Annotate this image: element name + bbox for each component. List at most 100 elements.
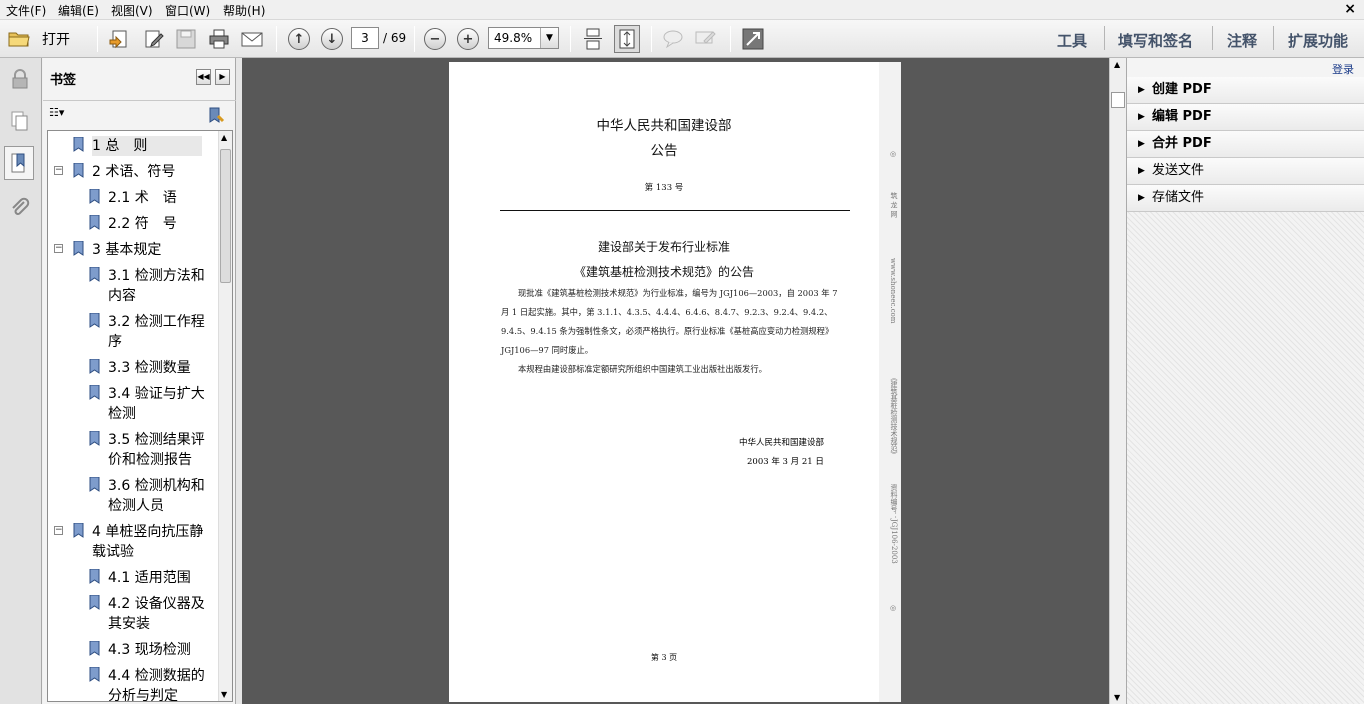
bookmark-icon: [11, 153, 25, 173]
scrollbar-thumb[interactable]: [220, 149, 231, 283]
bookmark-icon: [73, 163, 84, 178]
menu-window[interactable]: 窗口(W): [165, 2, 210, 19]
bookmarks-tools: ☷▾: [43, 100, 236, 128]
margin-title: 《建筑基桩检测技术规范》: [890, 374, 898, 458]
services-panel: 登录 ▶ 创建 PDF ▶ 编辑 PDF ▶ 合并 PDF ▶ 发送文件 ▶ 存储文件: [1126, 58, 1364, 704]
create-pdf-item[interactable]: ▶ 创建 PDF: [1127, 77, 1364, 104]
menu-view[interactable]: 视图(V): [111, 2, 153, 19]
scroll-up-icon[interactable]: ▲: [1114, 60, 1120, 69]
page-thumbnails-button[interactable]: [5, 104, 35, 138]
full-screen-button[interactable]: [742, 26, 764, 52]
fit-page-button[interactable]: [614, 25, 640, 53]
arrow-up-icon: ↑: [288, 28, 310, 50]
bookmark-icon: [89, 215, 100, 230]
expand-icon: [742, 28, 764, 50]
comment-button[interactable]: [662, 26, 684, 52]
folder-icon: [8, 32, 30, 47]
collapse-toggle[interactable]: −: [54, 166, 63, 175]
menu-file[interactable]: 文件(F): [6, 2, 46, 19]
collapse-pane-button[interactable]: ◀◀: [196, 69, 211, 85]
open-label: 打开: [42, 32, 70, 48]
page-rule: [500, 210, 850, 211]
page-paragraph-line: 现批准《建筑基桩检测技术规范》为行业标准，编号为 JGJ106—2003，自 2…: [518, 288, 838, 298]
toolbar-divider: [1104, 26, 1105, 50]
comment-panel-button[interactable]: 注释: [1227, 30, 1257, 51]
bookmarks-button[interactable]: [4, 146, 34, 180]
arrow-down-icon: ↓: [321, 28, 343, 50]
chevron-down-icon[interactable]: ▼: [540, 28, 558, 48]
menu-bar: 文件(F) 编辑(E) 视图(V) 窗口(W) 帮助(H) ×: [0, 0, 1364, 20]
speech-bubble-icon: [663, 30, 683, 49]
scroll-down-icon[interactable]: ▼: [221, 690, 227, 699]
attachments-button[interactable]: [5, 190, 35, 224]
bookmarks-panel: 书签 ◀◀ ▶ ☷▾ 1 总 则 − 2 术语、符号 2.1 术 语 2.2 符…: [43, 58, 236, 704]
scroll-pages-icon: [584, 28, 602, 50]
toolbar-divider: [730, 26, 731, 52]
pencil-bubble-icon: [695, 31, 716, 44]
bookmark-icon: [89, 189, 100, 204]
plus-icon: +: [457, 28, 479, 50]
page-announcement: 公告: [650, 143, 678, 159]
store-file-item[interactable]: ▶ 存储文件: [1127, 185, 1364, 212]
page-heading-2: 《建筑基桩检测技术规范》的公告: [573, 265, 754, 279]
envelope-icon: [241, 32, 263, 47]
page-heading-1: 建设部关于发布行业标准: [597, 240, 730, 254]
zoom-select[interactable]: 49.8% ▼: [488, 27, 559, 49]
tools-button[interactable]: 工具: [1057, 30, 1087, 51]
bookmark-icon: [73, 241, 84, 256]
email-button[interactable]: [241, 26, 263, 52]
collapse-toggle[interactable]: −: [54, 244, 63, 253]
send-file-item[interactable]: ▶ 发送文件: [1127, 158, 1364, 185]
edit-button[interactable]: [143, 26, 165, 52]
document-view: 中华人民共和国建设部 公告 第 133 号 建设部关于发布行业标准 《建筑基桩检…: [242, 58, 1109, 704]
page-signature-org: 中华人民共和国建设部: [739, 438, 825, 448]
bookmark-icon: [89, 569, 100, 584]
save-button[interactable]: [175, 26, 197, 52]
next-page-button[interactable]: ↓: [321, 26, 343, 52]
close-document-icon[interactable]: ×: [1344, 1, 1356, 17]
menu-edit[interactable]: 编辑(E): [58, 2, 99, 19]
bookmark-icon: [89, 595, 100, 610]
scrolling-mode-button[interactable]: [582, 26, 604, 52]
login-bar: [1127, 58, 1364, 77]
pane-menu-button[interactable]: ▶: [215, 69, 230, 85]
previous-page-button[interactable]: ↑: [288, 26, 310, 52]
expand-triangle-icon: ▶: [1138, 193, 1145, 203]
margin-site: 筑 龙 网: [890, 192, 898, 218]
expand-triangle-icon: ▶: [1138, 139, 1145, 149]
margin-circle-icon: ◎: [889, 150, 897, 158]
pages-icon: [11, 111, 28, 131]
highlight-button[interactable]: [694, 26, 716, 52]
paperclip-icon: [12, 197, 30, 215]
extended-button[interactable]: 扩展功能: [1288, 30, 1348, 51]
fill-sign-button[interactable]: 填写和签名: [1118, 30, 1193, 51]
minus-icon: −: [424, 28, 446, 50]
open-button[interactable]: 打开: [8, 26, 70, 52]
scroll-down-icon[interactable]: ▼: [1114, 693, 1120, 702]
page-paragraph-line: 月 1 日起实施。其中，第 3.1.1、4.3.5、4.4.4、6.4.6、8.…: [501, 307, 833, 317]
page-org-title: 中华人民共和国建设部: [596, 118, 732, 134]
merge-pdf-item[interactable]: ▶ 合并 PDF: [1127, 131, 1364, 158]
bookmarks-scrollbar[interactable]: ▲ ▼: [218, 131, 232, 701]
expand-triangle-icon: ▶: [1138, 85, 1145, 95]
bookmark-icon: [89, 641, 100, 656]
bookmark-icon: [89, 385, 100, 400]
login-link[interactable]: 登录: [1332, 61, 1354, 77]
find-bookmark-icon[interactable]: [207, 106, 225, 124]
zoom-out-button[interactable]: −: [424, 26, 446, 52]
pencil-page-icon: [145, 30, 164, 48]
page-paragraph-2: 本规程由建设部标准定额研究所组织中国建筑工业出版社出版发行。: [518, 364, 767, 374]
document-scrollbar[interactable]: ▲ ▼: [1109, 58, 1126, 704]
print-button[interactable]: [208, 26, 230, 52]
zoom-in-button[interactable]: +: [457, 26, 479, 52]
edit-pdf-item[interactable]: ▶ 编辑 PDF: [1127, 104, 1364, 131]
scrollbar-thumb[interactable]: [1111, 92, 1125, 108]
menu-help[interactable]: 帮助(H): [223, 2, 265, 19]
create-button[interactable]: [108, 26, 130, 52]
options-menu-button[interactable]: ☷▾: [49, 106, 71, 122]
page-number-input[interactable]: 3: [351, 27, 379, 49]
collapse-toggle[interactable]: −: [54, 526, 63, 535]
scroll-up-icon[interactable]: ▲: [221, 133, 227, 142]
security-button[interactable]: [5, 62, 35, 96]
page-number-text: 第 133 号: [644, 183, 684, 193]
